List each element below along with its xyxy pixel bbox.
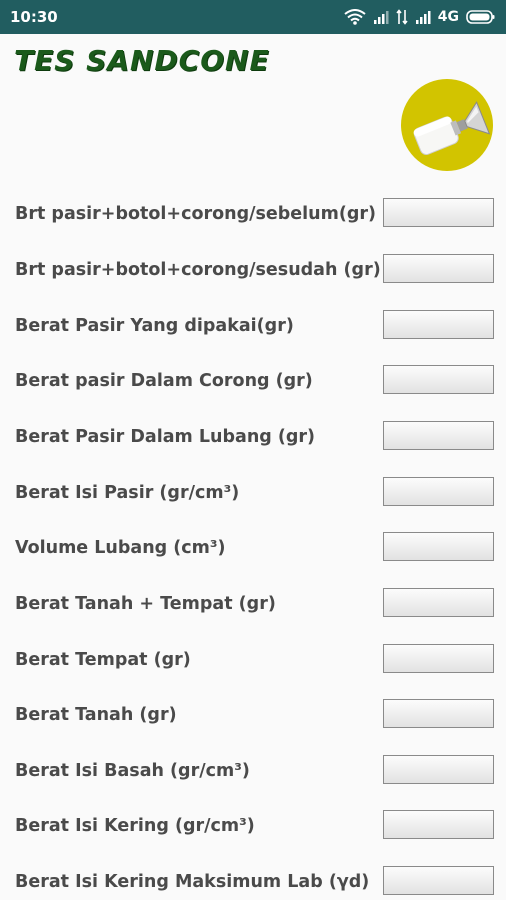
form-row: Berat Tempat (gr) (0, 642, 506, 678)
form-row: Berat Tanah + Tempat (gr) (0, 586, 506, 622)
form-row: Berat pasir Dalam Corong (gr) (0, 363, 506, 399)
field-label: Berat Tanah (gr) (15, 705, 177, 725)
field-label: Berat pasir Dalam Corong (gr) (15, 371, 313, 391)
value-input[interactable] (383, 477, 494, 506)
form-row: Brt pasir+botol+corong/sesudah (gr) (0, 252, 506, 288)
value-input[interactable] (383, 810, 494, 839)
form-row: Berat Isi Pasir (gr/cm³) (0, 475, 506, 511)
field-label: Berat Isi Basah (gr/cm³) (15, 761, 250, 781)
field-label: Berat Isi Pasir (gr/cm³) (15, 483, 240, 503)
value-input[interactable] (383, 198, 494, 227)
app-title: TES SANDCONE (14, 44, 270, 77)
value-input[interactable] (383, 755, 494, 784)
value-input[interactable] (383, 699, 494, 728)
battery-icon (466, 10, 495, 24)
form-row: Berat Tanah (gr) (0, 697, 506, 733)
value-input[interactable] (383, 421, 494, 450)
field-label: Brt pasir+botol+corong/sebelum(gr) (15, 204, 377, 224)
data-arrows-icon (396, 9, 408, 25)
value-input[interactable] (383, 310, 494, 339)
form-row: Volume Lubang (cm³) (0, 530, 506, 566)
value-input[interactable] (383, 254, 494, 283)
field-label: Berat Tanah + Tempat (gr) (15, 594, 276, 614)
signal-icon (415, 11, 431, 24)
field-label: Berat Isi Kering Maksimum Lab (γd) (15, 872, 370, 892)
field-label: Berat Pasir Dalam Lubang (gr) (15, 427, 316, 447)
field-label: Brt pasir+botol+corong/sesudah (gr) (15, 260, 381, 280)
value-input[interactable] (383, 532, 494, 561)
wifi-icon (344, 9, 366, 25)
form-row: Berat Pasir Dalam Lubang (gr) (0, 419, 506, 455)
sandcone-icon (401, 79, 493, 171)
signal-icon (373, 11, 389, 24)
status-icons: 4G (344, 7, 496, 27)
form-row: Berat Pasir Yang dipakai(gr) (0, 308, 506, 344)
field-label: Berat Pasir Yang dipakai(gr) (15, 316, 294, 336)
status-bar: 10:30 4G (0, 0, 506, 34)
value-input[interactable] (383, 365, 494, 394)
status-time: 10:30 (10, 8, 58, 26)
value-input[interactable] (383, 866, 494, 895)
form-row: Berat Isi Basah (gr/cm³) (0, 753, 506, 789)
value-input[interactable] (383, 644, 494, 673)
form-row: Berat Isi Kering Maksimum Lab (γd) (0, 864, 506, 900)
field-label: Berat Tempat (gr) (15, 650, 191, 670)
form-row: Brt pasir+botol+corong/sebelum(gr) (0, 196, 506, 232)
network-type: 4G (437, 9, 459, 25)
form-row: Berat Isi Kering (gr/cm³) (0, 808, 506, 844)
value-input[interactable] (383, 588, 494, 617)
field-label: Volume Lubang (cm³) (15, 538, 226, 558)
field-label: Berat Isi Kering (gr/cm³) (15, 816, 255, 836)
